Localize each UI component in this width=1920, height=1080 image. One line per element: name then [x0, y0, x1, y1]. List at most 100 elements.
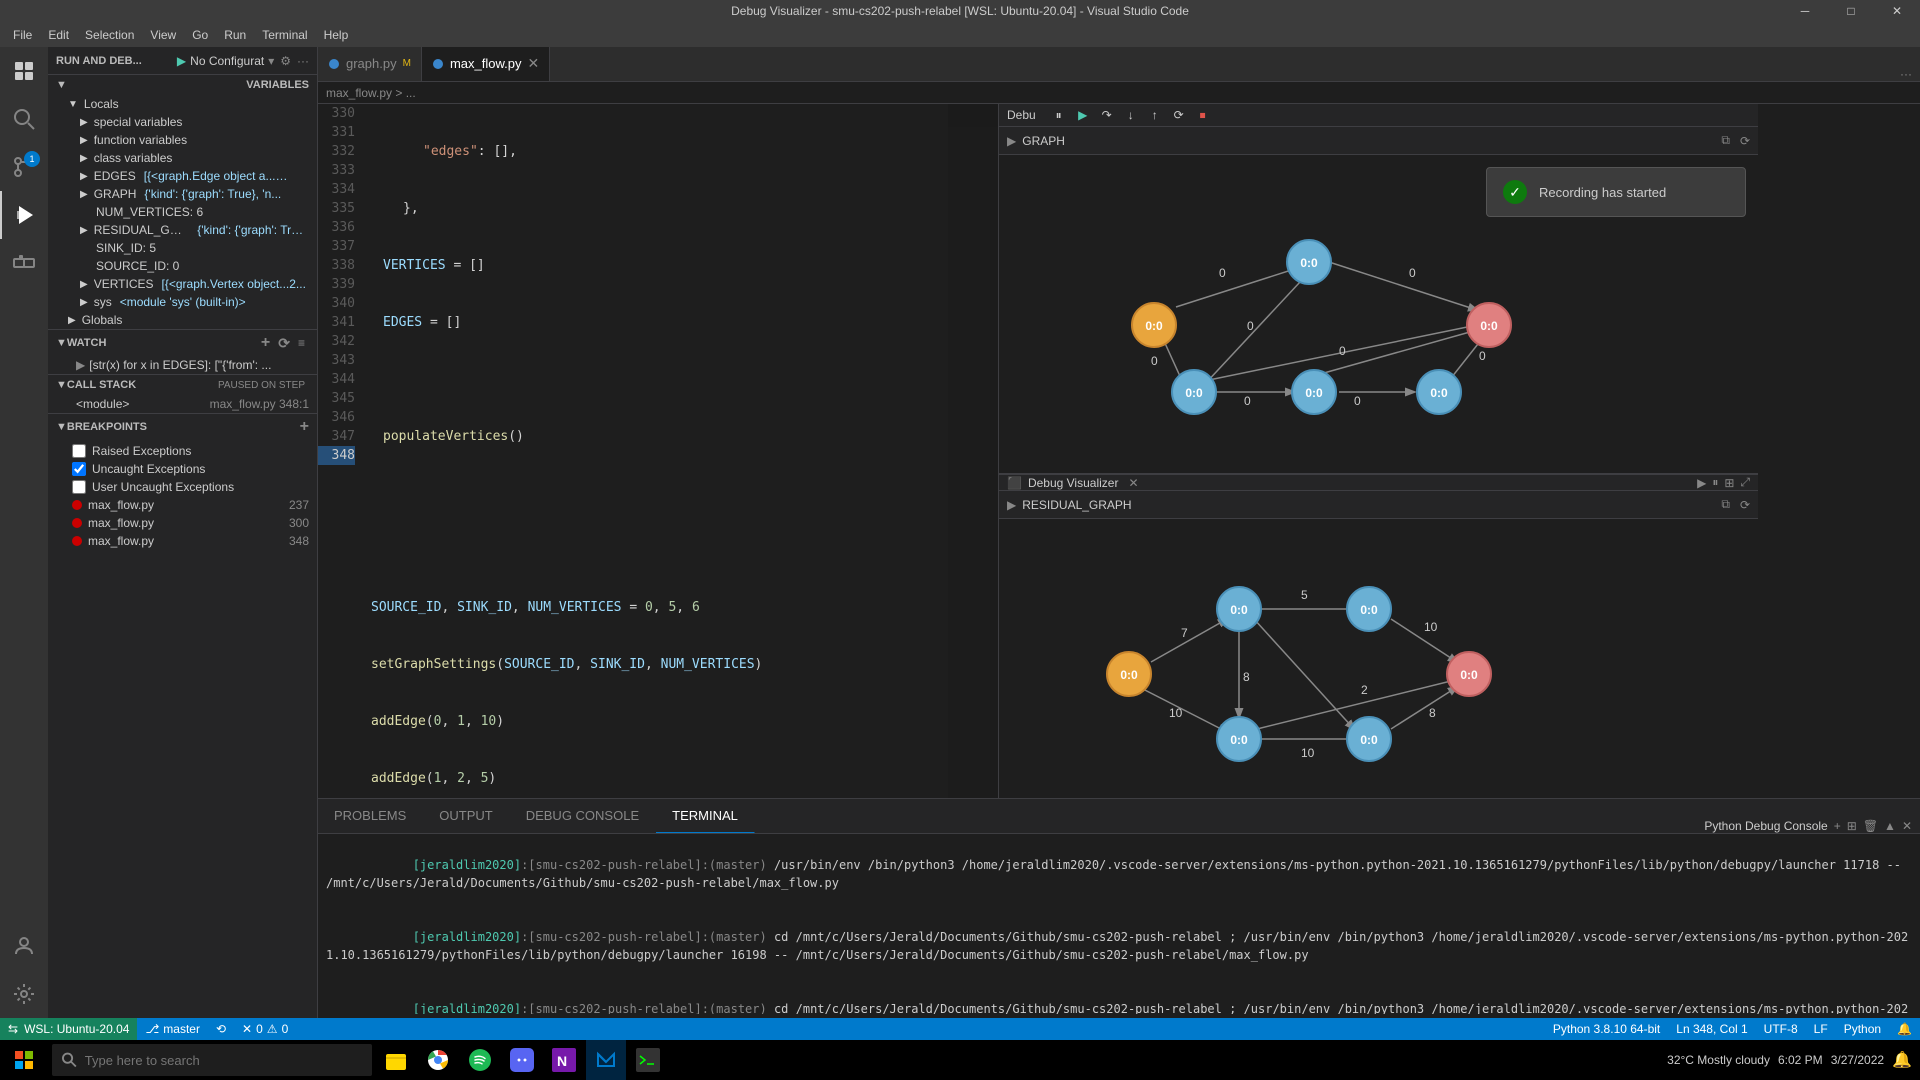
raised-exceptions-checkbox[interactable]	[72, 444, 86, 458]
vertices-item[interactable]: ▶ VERTICES [{<graph.Vertex object...2...	[48, 275, 317, 293]
tab-more-button[interactable]: ···	[1892, 67, 1920, 81]
taskbar-chrome[interactable]	[418, 1040, 458, 1080]
statusbar-eol[interactable]: LF	[1806, 1022, 1836, 1036]
statusbar-python[interactable]: Python 3.8.10 64-bit	[1545, 1022, 1668, 1036]
tab-debug-console[interactable]: DEBUG CONSOLE	[510, 798, 656, 833]
menu-terminal[interactable]: Terminal	[254, 22, 315, 47]
activity-settings[interactable]	[0, 970, 48, 1018]
statusbar-encoding[interactable]: UTF-8	[1756, 1022, 1806, 1036]
add-watch-btn[interactable]: +	[257, 334, 274, 352]
open-external-btn2[interactable]: ⧉	[1721, 497, 1730, 512]
activity-explorer[interactable]	[0, 47, 48, 95]
menu-selection[interactable]: Selection	[77, 22, 142, 47]
call-stack-item[interactable]: <module> max_flow.py 348:1	[48, 395, 317, 413]
close-panel-btn[interactable]: ✕	[1902, 819, 1912, 833]
close-debug-vis-btn[interactable]: ✕	[1128, 476, 1138, 490]
activity-accounts[interactable]	[0, 922, 48, 970]
settings-icon[interactable]: ⚙	[280, 54, 291, 68]
taskbar-onenote[interactable]: N	[544, 1040, 584, 1080]
kill-terminal-btn[interactable]: 🗑	[1863, 819, 1878, 833]
sys-item[interactable]: ▶ sys <module 'sys' (built-in)>	[48, 293, 317, 311]
statusbar-errors[interactable]: ✕ 0 ⚠ 0	[234, 1018, 296, 1040]
taskbar-terminal[interactable]	[628, 1040, 668, 1080]
function-variables-item[interactable]: ▶ function variables	[48, 131, 317, 149]
globals-item[interactable]: ▶ Globals	[48, 311, 317, 329]
bp-uncaught-exceptions[interactable]: Uncaught Exceptions	[48, 460, 317, 478]
bp-max-flow-237[interactable]: max_flow.py 237	[48, 496, 317, 514]
statusbar-branch[interactable]: ⎇ master	[137, 1018, 208, 1040]
minimize-button[interactable]: ─	[1782, 0, 1828, 22]
more-options-icon[interactable]: ···	[297, 54, 309, 68]
taskbar-spotify[interactable]	[460, 1040, 500, 1080]
variables-header[interactable]: ▼ VARIABLES	[48, 75, 317, 95]
menu-edit[interactable]: Edit	[40, 22, 77, 47]
restart-btn[interactable]: ⟳	[1168, 104, 1190, 126]
maximize-button[interactable]: □	[1828, 0, 1874, 22]
taskbar-discord[interactable]	[502, 1040, 542, 1080]
run-vis-btn[interactable]: ▶	[1697, 476, 1706, 490]
split-terminal-btn[interactable]: ⊞	[1847, 819, 1857, 833]
add-breakpoint-btn[interactable]: +	[300, 418, 309, 436]
stop-btn[interactable]: ⏹	[1192, 104, 1214, 126]
breakpoints-header[interactable]: ▼ BREAKPOINTS +	[48, 414, 317, 440]
step-over-btn[interactable]: ↷	[1096, 104, 1118, 126]
code-editor[interactable]: 330 331 332 333 334 335 336 337 338 339 …	[318, 104, 998, 798]
statusbar-line-col[interactable]: Ln 348, Col 1	[1668, 1022, 1755, 1036]
edges-var-item[interactable]: ▶ EDGES [{<graph.Edge object a...2b48...	[48, 167, 317, 185]
no-config-select[interactable]: ▶ No Configurat ▾	[177, 54, 274, 68]
menu-help[interactable]: Help	[316, 22, 357, 47]
refresh-watch-btn[interactable]: ⟳	[274, 335, 294, 352]
tab-close-button[interactable]: ✕	[527, 55, 539, 72]
taskbar-file-explorer[interactable]	[376, 1040, 416, 1080]
menu-view[interactable]: View	[142, 22, 184, 47]
maximize-panel-btn[interactable]: ▲	[1884, 819, 1896, 833]
call-stack-header[interactable]: ▼ CALL STACK PAUSED ON STEP	[48, 375, 317, 395]
bp-max-flow-300[interactable]: max_flow.py 300	[48, 514, 317, 532]
tab-graph-py[interactable]: graph.py M	[318, 47, 422, 81]
search-input[interactable]	[85, 1053, 362, 1068]
statusbar-sync[interactable]: ⟲	[208, 1018, 234, 1040]
step-out-btn[interactable]: ↑	[1144, 104, 1166, 126]
start-button[interactable]	[0, 1040, 48, 1080]
layout-vis-btn[interactable]: ⊞	[1724, 476, 1734, 490]
bp-max-flow-348[interactable]: max_flow.py 348	[48, 532, 317, 550]
terminal-main[interactable]: [jeraldlim2020]:[smu-cs202-push-relabel]…	[326, 838, 1912, 1014]
watch-header[interactable]: ▼ WATCH + ⟳ ≡	[48, 330, 317, 356]
continue-btn[interactable]: ▶	[1072, 104, 1094, 126]
menu-run[interactable]: Run	[216, 22, 254, 47]
locals-item[interactable]: ▼ Locals	[48, 95, 317, 113]
user-uncaught-checkbox[interactable]	[72, 480, 86, 494]
refresh-vis-btn2[interactable]: ⟳	[1740, 498, 1750, 512]
graph-var-item[interactable]: ▶ GRAPH {'kind': {'graph': True}, 'n...	[48, 185, 317, 203]
step-into-btn[interactable]: ↓	[1120, 104, 1142, 126]
menu-go[interactable]: Go	[184, 22, 216, 47]
statusbar-feedback[interactable]: 🔔	[1889, 1022, 1920, 1036]
statusbar-language[interactable]: Python	[1836, 1022, 1889, 1036]
special-variables-item[interactable]: ▶ special variables	[48, 113, 317, 131]
fullscreen-vis-btn[interactable]: ⤢	[1740, 475, 1750, 490]
tab-problems[interactable]: PROBLEMS	[318, 798, 423, 833]
open-external-btn[interactable]: ⧉	[1721, 133, 1730, 148]
close-button[interactable]: ✕	[1874, 0, 1920, 22]
pause-vis-btn[interactable]: ⏸	[1712, 475, 1718, 490]
activity-search[interactable]	[0, 95, 48, 143]
menu-file[interactable]: File	[5, 22, 40, 47]
activity-source-control[interactable]: 1	[0, 143, 48, 191]
activity-extensions[interactable]	[0, 239, 48, 287]
taskbar-vscode[interactable]	[586, 1040, 626, 1080]
pause-btn[interactable]: ⏸	[1048, 104, 1070, 126]
bp-user-uncaught[interactable]: User Uncaught Exceptions	[48, 478, 317, 496]
taskbar-search-bar[interactable]	[52, 1044, 372, 1076]
statusbar-remote[interactable]: ⇆ WSL: Ubuntu-20.04	[0, 1018, 137, 1040]
class-variables-item[interactable]: ▶ class variables	[48, 149, 317, 167]
tab-terminal[interactable]: TERMINAL	[656, 798, 755, 833]
bp-raised-exceptions[interactable]: Raised Exceptions	[48, 442, 317, 460]
activity-run-debug[interactable]	[0, 191, 48, 239]
add-terminal-btn[interactable]: +	[1834, 819, 1841, 833]
tab-output[interactable]: OUTPUT	[423, 798, 509, 833]
refresh-vis-btn[interactable]: ⟳	[1740, 134, 1750, 148]
taskbar-notification-icon[interactable]: 🔔	[1892, 1050, 1912, 1070]
tab-max-flow-py[interactable]: max_flow.py ✕	[422, 47, 550, 81]
uncaught-exceptions-checkbox[interactable]	[72, 462, 86, 476]
collapse-watch-btn[interactable]: ≡	[294, 336, 309, 350]
